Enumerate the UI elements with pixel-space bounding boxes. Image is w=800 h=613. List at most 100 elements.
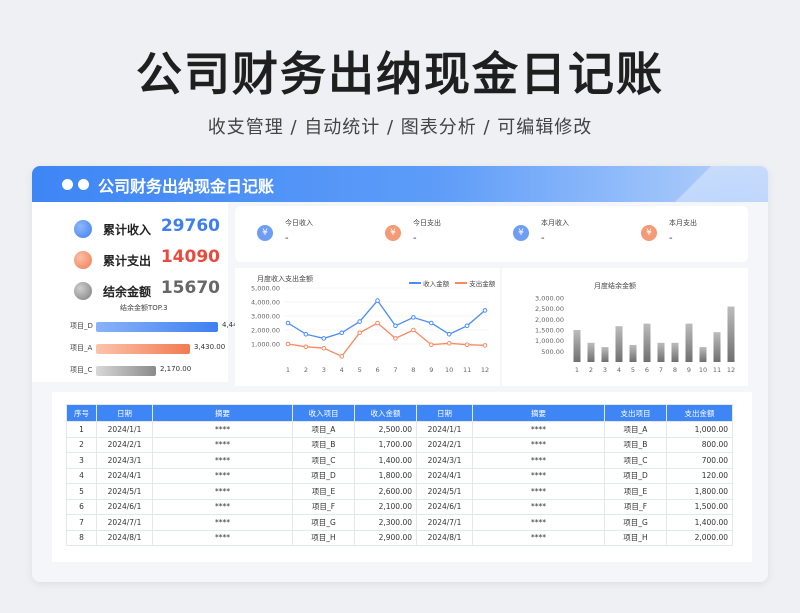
column-header[interactable]: 收入金额 [354, 404, 417, 422]
table-row[interactable]: 4 2024/4/1 **** 项目_D 1,800.00 2024/4/1 **** 项目_… [66, 467, 733, 484]
table-cell: 2024/2/1 [416, 436, 473, 453]
bar [671, 342, 679, 362]
x-tick-label: 2 [589, 366, 593, 374]
top3-value: 2,170.00 [160, 365, 192, 373]
top3-item: 项目_A 3,430.00 [32, 342, 232, 356]
y-tick-label: 1,500.00 [535, 327, 564, 335]
table-cell: 7 [66, 514, 97, 531]
kpi-value: - [413, 233, 417, 244]
data-point [357, 319, 362, 324]
table-cell: **** [152, 467, 293, 484]
header-dot-icon [78, 179, 89, 190]
data-point [393, 336, 398, 341]
top3-label: 项目_C [70, 366, 93, 374]
bar [601, 347, 609, 362]
column-header[interactable]: 收入项目 [292, 404, 355, 422]
card-header: 公司财务出纳现金日记账 [32, 166, 768, 202]
column-header[interactable]: 日期 [416, 404, 473, 422]
table-cell: 项目_H [292, 529, 355, 546]
table-cell: **** [472, 421, 605, 438]
income-value: 29760 [160, 216, 220, 236]
y-tick-label: 3,000.00 [535, 295, 564, 303]
bar [727, 306, 735, 362]
table-cell: 800.00 [666, 436, 733, 453]
data-point [285, 341, 291, 347]
table-row[interactable]: 7 2024/7/1 **** 项目_G 2,300.00 2024/7/1 **** 项目_… [66, 514, 733, 531]
table-cell: **** [472, 467, 605, 484]
table-cell: 2024/5/1 [96, 483, 153, 500]
table-cell: **** [152, 514, 293, 531]
table-row[interactable]: 1 2024/1/1 **** 项目_A 2,500.00 2024/1/1 **** 项目_… [66, 421, 733, 438]
top3-value: 3,430.00 [194, 343, 226, 351]
data-point [428, 342, 434, 347]
x-tick-label: 8 [411, 366, 415, 374]
expense-dot-icon [74, 251, 92, 269]
table-cell: **** [152, 452, 293, 469]
bar [587, 342, 595, 362]
top3-title: 结余金额TOP.3 [120, 304, 168, 312]
bar-chart-panel: 月度结余金额 500.00 1,000.00 1,500.00 2,000.00 2,5… [502, 268, 748, 386]
x-tick-label: 4 [617, 366, 621, 374]
table-row[interactable]: 6 2024/6/1 **** 项目_F 2,100.00 2024/6/1 **** 项目_… [66, 498, 733, 515]
data-point [482, 343, 488, 348]
table-cell: 1,800.00 [354, 467, 417, 484]
kpi-panel: ¥ 今日收入 - ¥ 今日支出 - ¥ 本月收入 - ¥ 本月支出 - [235, 206, 748, 262]
table-cell: 2024/1/1 [416, 421, 473, 438]
top3-item: 项目_D 4,440.00 [32, 320, 253, 334]
kpi-value: - [669, 233, 673, 244]
x-tick-label: 1 [286, 366, 290, 374]
table-cell: 项目_A [292, 421, 355, 438]
table-cell: 4 [66, 467, 97, 484]
table-cell: 项目_G [604, 514, 667, 531]
dashboard-card: 公司财务出纳现金日记账 累计收入 29760 累计支出 14090 结余金额 1… [32, 166, 768, 582]
kpi-month-income: ¥ 本月收入 - [491, 206, 619, 262]
table-cell: 2024/4/1 [96, 467, 153, 484]
ledger-table-panel: 序号 日期 摘要 收入项目 收入金额 日期 摘要 支出项目 支出金额 1 2024/1/1 ****… [52, 392, 752, 562]
summary-income: 累计收入 29760 [32, 214, 228, 244]
balance-value: 15670 [160, 278, 220, 298]
column-header[interactable]: 序号 [66, 404, 97, 422]
money-bag-icon: ¥ [641, 225, 657, 241]
bar [713, 332, 721, 362]
table-cell: 2024/7/1 [416, 514, 473, 531]
line-chart: 1,000.00 2,000.00 3,000.00 4,000.00 5,000.00… [251, 285, 489, 375]
table-cell: **** [472, 529, 605, 546]
column-header[interactable]: 支出金额 [666, 404, 733, 422]
column-header[interactable]: 支出项目 [604, 404, 667, 422]
table-cell: 项目_D [292, 467, 355, 484]
table-cell: 2024/6/1 [96, 498, 153, 515]
table-cell: 项目_B [604, 436, 667, 453]
table-row[interactable]: 2 2024/2/1 **** 项目_B 1,700.00 2024/2/1 **** 项目_… [66, 436, 733, 453]
table-cell: 项目_F [604, 498, 667, 515]
table-cell: 8 [66, 529, 97, 546]
column-header[interactable]: 日期 [96, 404, 153, 422]
table-cell: **** [152, 421, 293, 438]
x-tick-label: 12 [727, 366, 735, 374]
table-cell: **** [152, 483, 293, 500]
table-row[interactable]: 5 2024/5/1 **** 项目_E 2,600.00 2024/5/1 **** 项目_… [66, 483, 733, 500]
table-row[interactable]: 3 2024/3/1 **** 项目_C 1,400.00 2024/3/1 **** 项目_… [66, 452, 733, 469]
income-label: 累计收入 [103, 223, 152, 237]
table-cell: 1,800.00 [666, 483, 733, 500]
table-cell: 6 [66, 498, 97, 515]
top3-bar [96, 366, 156, 376]
table-cell: 1,000.00 [666, 421, 733, 438]
table-cell: 2,500.00 [354, 421, 417, 438]
table-cell: 2 [66, 436, 97, 453]
table-body: 1 2024/1/1 **** 项目_A 2,500.00 2024/1/1 **** 项目_… [66, 421, 733, 546]
bar [685, 323, 693, 362]
x-tick-label: 5 [631, 366, 635, 374]
balance-dot-icon [74, 282, 92, 300]
column-header[interactable]: 摘要 [472, 404, 605, 422]
page-title: 公司财务出纳现金日记账 [136, 47, 664, 101]
table-cell: 项目_B [292, 436, 355, 453]
table-cell: 项目_E [292, 483, 355, 500]
data-point [464, 342, 470, 347]
y-tick-label: 1,000.00 [251, 341, 280, 349]
data-point [357, 330, 362, 336]
column-header[interactable]: 摘要 [152, 404, 293, 422]
table-cell: 3 [66, 452, 97, 469]
table-row[interactable]: 8 2024/8/1 **** 项目_H 2,900.00 2024/8/1 **** 项目_… [66, 529, 733, 546]
bar [657, 342, 665, 362]
data-point [303, 344, 309, 350]
